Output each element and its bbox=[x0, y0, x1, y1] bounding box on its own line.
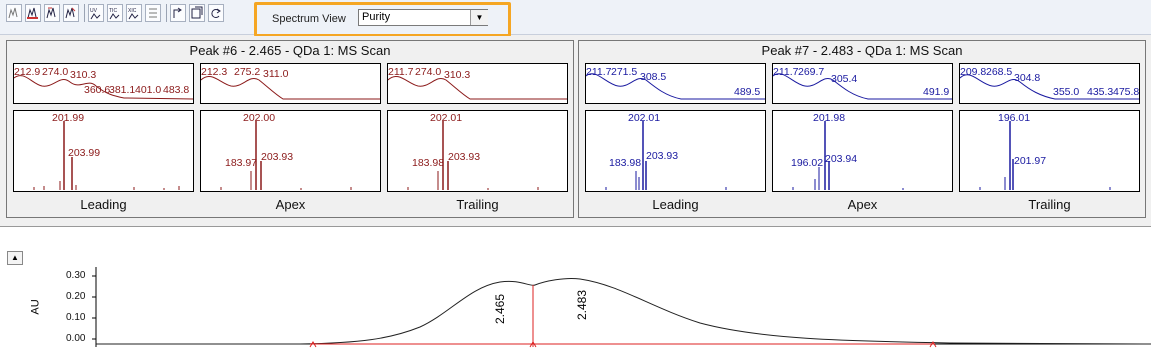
caption-trailing: Trailing bbox=[456, 197, 499, 212]
ms-spectrum-leading: 201.99 203.99 bbox=[13, 110, 194, 192]
wavelength-label: 269.7 bbox=[798, 66, 825, 78]
spectrum-view-select[interactable]: Purity bbox=[358, 9, 488, 26]
wavelength-label: 435.3 bbox=[1087, 86, 1114, 98]
ms-spectrum-apex: 202.00 183.97 203.93 bbox=[200, 110, 381, 192]
wavelength-label: 212.3 bbox=[201, 66, 228, 78]
toolbar-separator bbox=[166, 4, 167, 22]
toolbar-button-3[interactable] bbox=[44, 4, 60, 22]
wavelength-label: 211.7 bbox=[388, 66, 414, 78]
purity-spectrum-trailing: 211.7 274.0 310.3 bbox=[387, 63, 568, 104]
toolbar-button-list[interactable] bbox=[145, 4, 161, 22]
caption-trailing: Trailing bbox=[1028, 197, 1071, 212]
wavelength-label: 310.3 bbox=[444, 69, 471, 81]
wavelength-label: 212.9 bbox=[14, 66, 41, 78]
wavelength-label: 381.1 bbox=[109, 84, 136, 96]
toolbar-button-uv[interactable]: UV bbox=[88, 4, 104, 22]
wavelength-label: 274.0 bbox=[42, 66, 69, 78]
ms-spectrum-leading: 202.01 183.98 203.93 bbox=[585, 110, 766, 192]
ms-spectrum-trailing: 196.01 201.97 bbox=[959, 110, 1140, 192]
toolbar-button-1[interactable] bbox=[6, 4, 22, 22]
mz-label: 201.98 bbox=[813, 112, 846, 124]
mz-label: 203.99 bbox=[68, 147, 101, 159]
wavelength-label: 489.5 bbox=[734, 86, 761, 98]
peak-panels-area: Peak #6 - 2.465 - QDa 1: MS Scan 212.9 2… bbox=[0, 36, 1151, 222]
toolbar-button-xic[interactable]: XIC bbox=[126, 4, 142, 22]
chromatogram-pane: ▲ AU 0.30 0.20 0.10 0.00 2.465 2.483 bbox=[0, 226, 1151, 352]
wavelength-label: 274.0 bbox=[415, 66, 442, 78]
toolbar-button-2[interactable] bbox=[25, 4, 41, 22]
mz-label: 183.97 bbox=[225, 157, 258, 169]
wavelength-label: 355.0 bbox=[1053, 86, 1080, 98]
wavelength-label: 268.5 bbox=[986, 66, 1013, 78]
toolbar-button-export[interactable] bbox=[170, 4, 186, 22]
chevron-down-icon[interactable]: ▼ bbox=[470, 10, 488, 25]
svg-text:TIC: TIC bbox=[109, 8, 117, 14]
purity-spectrum-leading: 212.9 274.0 310.3 360.6 381.1 401.0 483.… bbox=[13, 63, 194, 104]
wavelength-label: 308.5 bbox=[640, 71, 667, 83]
purity-spectrum-apex: 212.3 275.2 311.0 bbox=[200, 63, 381, 104]
svg-text:XIC: XIC bbox=[128, 8, 137, 14]
wavelength-label: 275.2 bbox=[234, 66, 261, 78]
spectrum-view-label: Spectrum View bbox=[272, 13, 346, 25]
mz-label: 202.01 bbox=[430, 112, 463, 124]
ms-spectrum-trailing: 202.01 183.98 203.93 bbox=[387, 110, 568, 192]
mz-label: 196.02 bbox=[791, 157, 824, 169]
mz-label: 203.93 bbox=[448, 151, 481, 163]
mz-label: 203.94 bbox=[825, 153, 858, 165]
mz-label: 201.97 bbox=[1014, 155, 1047, 167]
peak-7-panel: Peak #7 - 2.483 - QDa 1: MS Scan 211.7 2… bbox=[578, 40, 1146, 218]
peak-label-2483: 2.483 bbox=[575, 289, 589, 320]
peak-6-title: Peak #6 - 2.465 - QDa 1: MS Scan bbox=[189, 43, 391, 58]
mz-label: 202.00 bbox=[243, 112, 276, 124]
toolbar-button-tic[interactable]: TIC bbox=[107, 4, 123, 22]
wavelength-label: 209.8 bbox=[960, 66, 987, 78]
mz-label: 202.01 bbox=[628, 112, 661, 124]
toolbar: UV TIC XIC bbox=[0, 0, 1151, 35]
wavelength-label: 491.9 bbox=[923, 86, 950, 98]
mz-label: 183.98 bbox=[412, 157, 445, 169]
caption-apex: Apex bbox=[275, 197, 306, 212]
caption-apex: Apex bbox=[847, 197, 878, 212]
mz-label: 203.93 bbox=[261, 151, 294, 163]
toolbar-button-4[interactable] bbox=[63, 4, 79, 22]
toolbar-separator bbox=[84, 4, 85, 22]
caption-leading: Leading bbox=[80, 197, 127, 212]
purity-spectrum-trailing: 209.8 268.5 304.8 355.0 435.3 475.8 bbox=[959, 63, 1140, 104]
ms-spectrum-apex: 201.98 196.02 203.94 bbox=[772, 110, 953, 192]
wavelength-label: 360.6 bbox=[84, 84, 111, 96]
svg-text:UV: UV bbox=[90, 8, 98, 14]
wavelength-label: 271.5 bbox=[611, 66, 638, 78]
wavelength-label: 305.4 bbox=[831, 73, 858, 85]
wavelength-label: 310.3 bbox=[70, 69, 97, 81]
wavelength-label: 211.7 bbox=[586, 66, 612, 78]
caption-leading: Leading bbox=[652, 197, 699, 212]
wavelength-label: 475.8 bbox=[1113, 86, 1140, 98]
purity-spectrum-apex: 211.7 269.7 305.4 491.9 bbox=[772, 63, 953, 104]
refresh-icon[interactable] bbox=[208, 4, 224, 22]
peak-7-title: Peak #7 - 2.483 - QDa 1: MS Scan bbox=[761, 43, 963, 58]
wavelength-label: 304.8 bbox=[1014, 72, 1041, 84]
wavelength-label: 211.7 bbox=[773, 66, 799, 78]
wavelength-label: 401.0 bbox=[135, 84, 162, 96]
peak-label-2465: 2.465 bbox=[493, 293, 507, 324]
wavelength-label: 483.8 bbox=[163, 84, 190, 96]
peak-6-panel: Peak #6 - 2.465 - QDa 1: MS Scan 212.9 2… bbox=[6, 40, 574, 218]
chromatogram-trace bbox=[96, 278, 1151, 345]
toolbar-button-copy[interactable] bbox=[189, 4, 205, 22]
mz-label: 201.99 bbox=[52, 112, 85, 124]
mz-label: 183.98 bbox=[609, 157, 642, 169]
purity-spectrum-leading: 211.7 271.5 308.5 489.5 bbox=[585, 63, 766, 104]
mz-label: 196.01 bbox=[998, 112, 1031, 124]
wavelength-label: 311.0 bbox=[263, 68, 289, 80]
mz-label: 203.93 bbox=[646, 150, 679, 162]
